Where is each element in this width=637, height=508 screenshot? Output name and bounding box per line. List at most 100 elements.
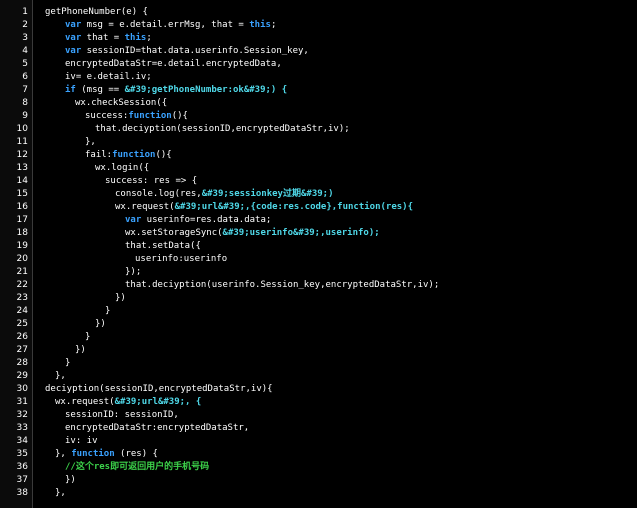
line-code: console.log(res,&#39;sessionkey过期&#39;): [115, 188, 334, 201]
line-code: sessionID: sessionID,: [65, 409, 179, 422]
line-number: 16: [16, 202, 28, 212]
code-line[interactable]: 36 //这个res即可返回用户的手机号码: [0, 461, 637, 474]
code-token: }): [95, 319, 106, 329]
code-line[interactable]: 24}: [0, 305, 637, 318]
line-code: },: [55, 370, 66, 383]
line-code: that.deciyption(sessionID,encryptedDataS…: [95, 123, 350, 136]
code-line[interactable]: 29},: [0, 370, 637, 383]
code-line[interactable]: 27}): [0, 344, 637, 357]
code-line[interactable]: 13 wx.login({: [0, 162, 637, 175]
line-code: wx.setStorageSync(&#39;userinfo&#39;,use…: [125, 227, 380, 240]
code-line[interactable]: 9 success:function(){: [0, 110, 637, 123]
code-token: encryptedDataStr:encryptedDataStr,: [65, 423, 250, 433]
line-number: 1: [22, 7, 28, 17]
line-code: }): [95, 318, 106, 331]
code-line[interactable]: 7 if (msg == &#39;getPhoneNumber:ok&#39;)…: [0, 84, 637, 97]
code-line[interactable]: 25}): [0, 318, 637, 331]
line-code: wx.login({: [95, 162, 149, 175]
code-line[interactable]: 5 encryptedDataStr=e.detail.encryptedData…: [0, 58, 637, 71]
code-line[interactable]: 19 that.setData({: [0, 240, 637, 253]
code-line[interactable]: 3 var that = this;: [0, 32, 637, 45]
code-token: encryptedDataStr=e.detail.encryptedData,: [65, 59, 282, 69]
line-code: });: [125, 266, 141, 279]
code-line[interactable]: 15 console.log(res,&#39;sessionkey过期&#39;…: [0, 188, 637, 201]
line-code: fail:function(){: [85, 149, 172, 162]
line-number: 25: [16, 319, 28, 329]
code-token: this: [249, 20, 271, 30]
line-number: 6: [22, 72, 28, 82]
code-line[interactable]: 10 that.deciyption(sessionID,encryptedDat…: [0, 123, 637, 136]
line-code: if (msg == &#39;getPhoneNumber:ok&#39;) …: [65, 84, 287, 97]
line-number: 36: [16, 462, 28, 472]
code-area[interactable]: 1 getPhoneNumber(e) {2 var msg = e.detail.…: [0, 6, 637, 500]
line-number: 32: [16, 410, 28, 420]
code-token: &#39;getPhoneNumber:ok&#39;) {: [124, 85, 288, 95]
line-code: var sessionID=that.data.userinfo.Session…: [65, 45, 309, 58]
code-line[interactable]: 12 fail:function(){: [0, 149, 637, 162]
line-number: 8: [22, 98, 28, 108]
line-code: //这个res即可返回用户的手机号码: [65, 461, 209, 474]
code-editor[interactable]: 1 getPhoneNumber(e) {2 var msg = e.detail.…: [0, 0, 637, 508]
line-number: 12: [16, 150, 28, 160]
line-code: success:function(){: [85, 110, 188, 123]
line-number: 7: [22, 85, 28, 95]
line-code: }: [85, 331, 90, 344]
code-line[interactable]: 28}: [0, 357, 637, 370]
code-token: ;: [270, 20, 277, 30]
line-code: encryptedDataStr:encryptedDataStr,: [65, 422, 249, 435]
code-line[interactable]: 26}: [0, 331, 637, 344]
line-number: 21: [16, 267, 28, 277]
code-line[interactable]: 37}): [0, 474, 637, 487]
line-code: success: res => {: [105, 175, 197, 188]
line-code: encryptedDataStr=e.detail.encryptedData,: [65, 58, 282, 71]
code-line[interactable]: 23}): [0, 292, 637, 305]
code-token: msg = e.detail.errMsg, that =: [81, 20, 250, 30]
line-code: that.deciyption(userinfo.Session_key,enc…: [125, 279, 439, 292]
code-line[interactable]: 17 var userinfo=res.data.data;: [0, 214, 637, 227]
code-line[interactable]: 11},: [0, 136, 637, 149]
code-line[interactable]: 20 userinfo:userinfo: [0, 253, 637, 266]
code-line[interactable]: 4 var sessionID=that.data.userinfo.Sessio…: [0, 45, 637, 58]
code-token: if: [65, 85, 76, 95]
code-line[interactable]: 21});: [0, 266, 637, 279]
line-number: 10: [16, 124, 28, 134]
code-token: function: [71, 449, 115, 459]
code-token: this: [124, 33, 147, 43]
code-line[interactable]: 34 iv: iv: [0, 435, 637, 448]
code-line[interactable]: 16 wx.request(&#39;url&#39;,{code:res.cod…: [0, 201, 637, 214]
code-line[interactable]: 1 getPhoneNumber(e) {: [0, 6, 637, 19]
line-number: 28: [16, 358, 28, 368]
code-token: fail:: [85, 150, 113, 160]
line-number: 14: [16, 176, 28, 186]
code-token: (res) {: [114, 449, 158, 459]
code-token: console.log(res,: [115, 189, 202, 199]
code-line[interactable]: 14 success: res => {: [0, 175, 637, 188]
code-line[interactable]: 31 wx.request(&#39;url&#39;, {: [0, 396, 637, 409]
line-code: wx.request(&#39;url&#39;,{code:res.code}…: [115, 201, 413, 214]
code-token: wx.checkSession({: [75, 98, 168, 108]
code-line[interactable]: 2 var msg = e.detail.errMsg, that = this;: [0, 19, 637, 32]
code-line[interactable]: 8 wx.checkSession({: [0, 97, 637, 110]
line-number: 38: [16, 488, 28, 498]
line-number: 37: [16, 475, 28, 485]
code-line[interactable]: 18 wx.setStorageSync(&#39;userinfo&#39;,u…: [0, 227, 637, 240]
code-line[interactable]: 6 iv= e.detail.iv;: [0, 71, 637, 84]
code-line[interactable]: 35}, function (res) {: [0, 448, 637, 461]
code-token: that.deciyption(userinfo.Session_key,enc…: [125, 280, 440, 290]
line-number: 22: [16, 280, 28, 290]
code-token: that =: [81, 33, 125, 43]
code-line[interactable]: 22 that.deciyption(userinfo.Session_key,e…: [0, 279, 637, 292]
line-code: iv: iv: [65, 435, 98, 448]
code-line[interactable]: 38},: [0, 487, 637, 500]
code-token: userinfo:userinfo: [135, 254, 228, 264]
code-line[interactable]: 30 deciyption(sessionID,encryptedDataStr,…: [0, 383, 637, 396]
code-token: var: [65, 46, 82, 56]
code-line[interactable]: 32 sessionID: sessionID,: [0, 409, 637, 422]
line-number: 31: [16, 397, 28, 407]
line-number: 19: [16, 241, 28, 251]
code-line[interactable]: 33 encryptedDataStr:encryptedDataStr,: [0, 422, 637, 435]
line-number: 30: [16, 384, 28, 394]
line-number: 9: [22, 111, 28, 121]
line-number: 26: [16, 332, 28, 342]
line-number: 34: [16, 436, 28, 446]
